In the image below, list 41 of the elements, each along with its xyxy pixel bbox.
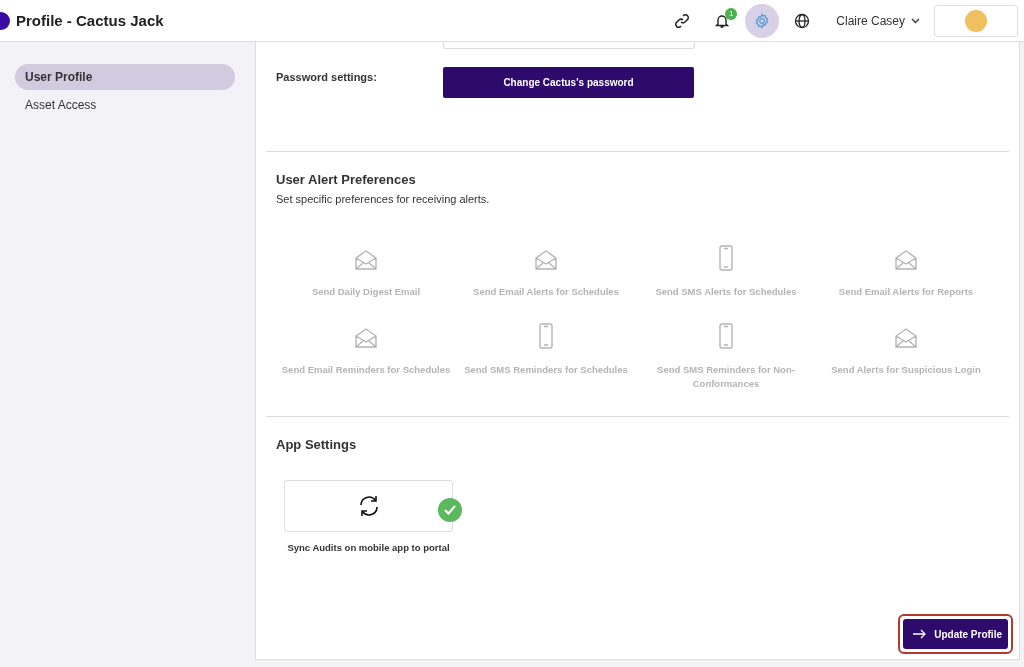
envelope-icon	[894, 249, 918, 271]
link-icon	[674, 12, 691, 29]
setting-tile[interactable]	[284, 480, 453, 532]
bell-icon	[714, 12, 731, 29]
alert-option[interactable]: Send Email Alerts for Schedules	[456, 245, 636, 299]
sidebar-item[interactable]: User Profile	[15, 64, 235, 90]
notifications-button[interactable]: 1	[705, 3, 740, 38]
input-field[interactable]	[443, 42, 695, 49]
avatar-icon	[965, 9, 987, 32]
page-title: Profile - Cactus Jack	[16, 12, 164, 29]
avatar-button[interactable]	[934, 4, 1018, 37]
envelope-icon	[894, 327, 918, 349]
globe-icon	[794, 12, 811, 29]
settings-button[interactable]	[745, 3, 780, 38]
phone-icon	[538, 323, 554, 349]
alert-option[interactable]: Send Email Alerts for Reports	[816, 245, 996, 299]
alert-option[interactable]: Send Daily Digest Email	[276, 245, 456, 299]
field-label: Password settings:	[276, 70, 378, 85]
alert-option[interactable]: Send Email Reminders for Schedules	[276, 323, 456, 391]
logo-icon	[0, 11, 10, 30]
setting-label: Sync Audits on mobile app to portal	[286, 542, 451, 553]
envelope-icon	[354, 327, 378, 349]
notification-badge: 1	[725, 7, 738, 20]
section-title: User Alert Preferences	[276, 172, 417, 187]
alert-option[interactable]: Send SMS Reminders for Schedules	[456, 323, 636, 391]
sidebar-item[interactable]: Asset Access	[15, 92, 235, 118]
arrow-right-icon	[912, 629, 927, 639]
phone-icon	[718, 245, 734, 271]
envelope-icon	[534, 249, 558, 271]
envelope-icon	[354, 249, 378, 271]
change-password-button[interactable]: Change Cactus's password	[443, 67, 694, 98]
update-profile-button[interactable]: Update Profile	[903, 619, 1008, 649]
phone-icon	[718, 323, 734, 349]
section-subtitle: Set specific preferences for receiving alerts.	[276, 193, 491, 205]
user-menu[interactable]: Claire Casey	[836, 13, 920, 28]
section-title: App Settings	[276, 437, 358, 452]
alert-option[interactable]: Send SMS Reminders for Non-Conformances	[636, 323, 816, 391]
alert-option[interactable]: Send SMS Alerts for Schedules	[636, 245, 816, 299]
chevron-down-icon	[911, 17, 920, 24]
settings-icon	[754, 12, 771, 29]
alert-option[interactable]: Send Alerts for Suspicious Login	[816, 323, 996, 391]
